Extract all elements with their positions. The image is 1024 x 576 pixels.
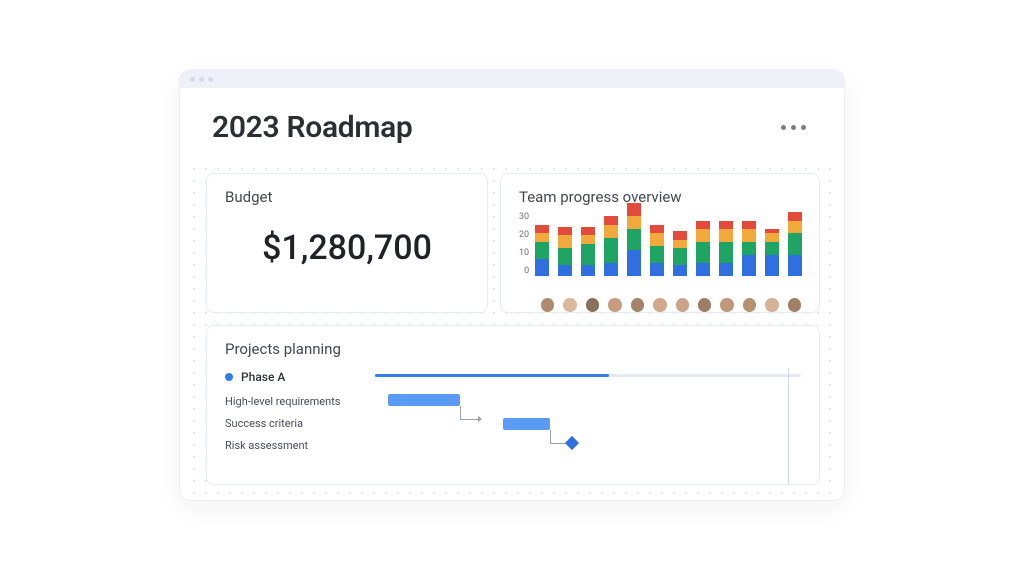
chart-bar [673,231,687,276]
window-titlebar [180,70,844,88]
member-avatar[interactable] [608,298,621,312]
projects-planning-card[interactable]: Projects planning Phase A High-level req… [206,325,820,485]
member-avatar[interactable] [563,298,576,312]
chart-y-axis: 30 20 10 0 [519,212,529,276]
budget-title: Budget [225,188,469,206]
member-avatar[interactable] [720,298,733,312]
app-window: 2023 Roadmap Budget $1,280,700 Team prog… [180,70,844,500]
member-avatar[interactable] [788,298,801,312]
member-avatar[interactable] [676,298,689,312]
chart-bar [558,227,572,276]
task-label-hlr[interactable]: High-level requirements [225,390,375,412]
chart-bar [719,221,733,276]
planning-left-column: Phase A High-level requirements Success … [225,364,375,456]
chart-bar [742,221,756,276]
gantt-bar-success[interactable] [503,418,550,430]
phase-label: Phase A [241,370,285,384]
chart-bar [696,221,710,276]
chart-bar [604,216,618,276]
member-avatar[interactable] [631,298,644,312]
y-tick: 30 [519,212,529,222]
page-title: 2023 Roadmap [212,110,413,145]
chart-bar [535,225,549,276]
gantt-timeline [375,374,801,377]
chart-bar [765,229,779,276]
task-label-success[interactable]: Success criteria [225,412,375,434]
gantt-timeline-done [375,374,609,377]
window-dot [190,77,195,82]
y-tick: 0 [519,266,529,276]
member-avatar[interactable] [698,298,711,312]
planning-title: Projects planning [225,340,801,358]
chart-avatars [541,298,801,312]
task-label-risk[interactable]: Risk assessment [225,434,375,456]
gantt-bar-hlr[interactable] [388,394,460,406]
planning-body: Phase A High-level requirements Success … [225,364,801,484]
page-header: 2023 Roadmap [180,88,844,163]
gantt-connector [460,406,478,420]
chart-bar [581,227,595,276]
member-avatar[interactable] [765,298,778,312]
progress-chart: 30 20 10 0 [519,212,801,292]
member-avatar[interactable] [743,298,756,312]
y-tick: 20 [519,230,529,240]
window-dot [208,77,213,82]
window-dot [199,77,204,82]
dashboard-canvas: Budget $1,280,700 Team progress overview… [188,163,836,500]
phase-dot-icon [225,373,233,381]
dot-icon [791,125,796,130]
gantt-area [375,364,801,484]
member-avatar[interactable] [541,298,554,312]
team-progress-card[interactable]: Team progress overview 30 20 10 0 [500,173,820,313]
y-tick: 10 [519,248,529,258]
gantt-today-line [788,368,789,484]
dot-icon [781,125,786,130]
member-avatar[interactable] [653,298,666,312]
chart-bar [788,212,802,276]
chart-bar [627,203,641,276]
chart-bar [650,225,664,276]
more-menu-button[interactable] [775,119,812,136]
budget-card[interactable]: Budget $1,280,700 [206,173,488,313]
phase-row[interactable]: Phase A [225,364,375,390]
budget-value: $1,280,700 [225,228,469,268]
member-avatar[interactable] [586,298,599,312]
chart-bars [535,212,802,276]
dot-icon [801,125,806,130]
progress-title: Team progress overview [519,188,801,206]
